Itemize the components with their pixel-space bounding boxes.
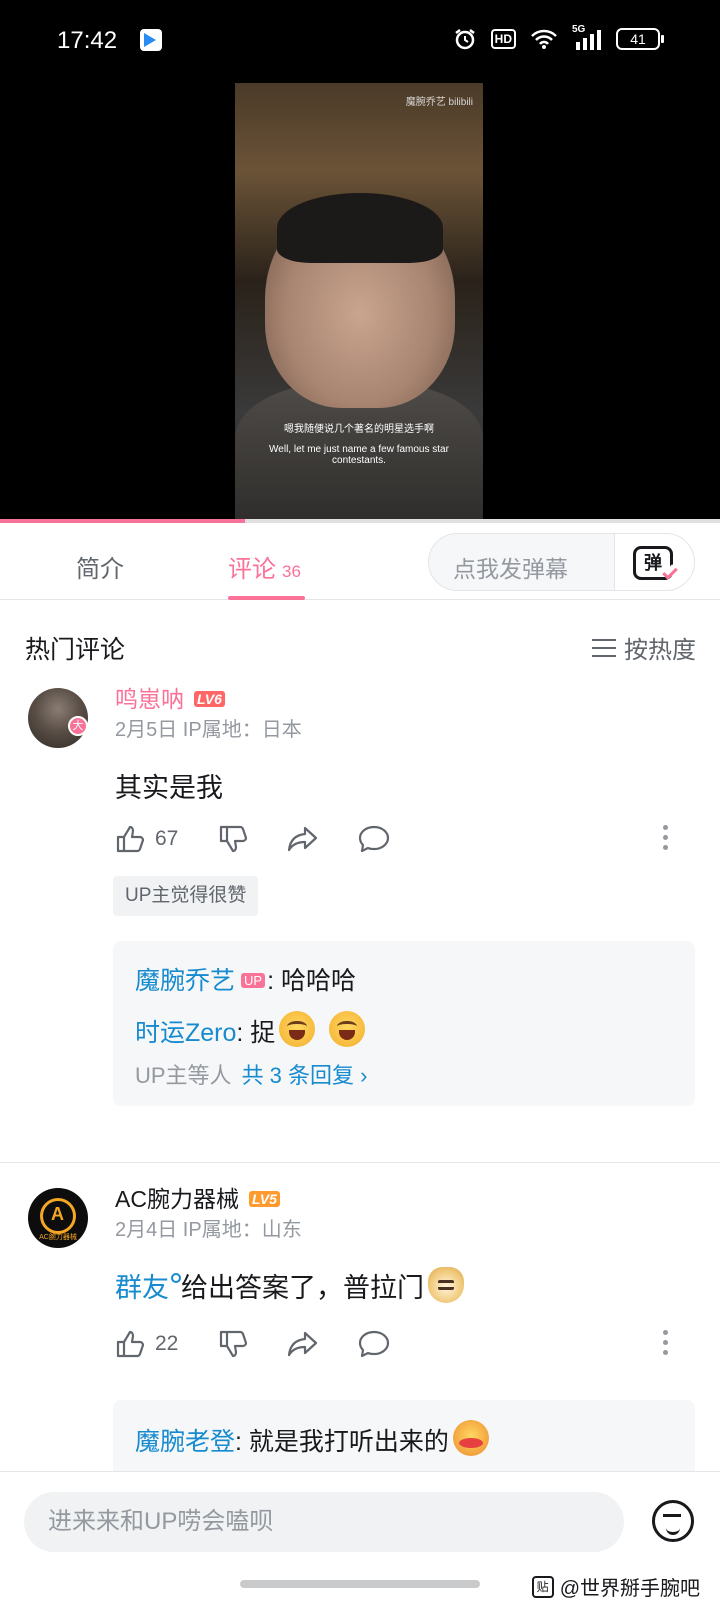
laugh-emoji-icon xyxy=(279,1011,316,1047)
comment-input-bar: 进来来和UP唠会嗑呗 xyxy=(0,1471,720,1571)
share-icon xyxy=(287,1331,318,1357)
comments-header: 热门评论 按热度 xyxy=(0,600,720,688)
hd-icon: HD xyxy=(490,29,516,49)
subtitle-chinese: 嗯我随便说几个著名的明星选手啊 xyxy=(284,424,434,435)
up-tag: UP xyxy=(241,973,266,988)
wifi-icon xyxy=(531,29,557,49)
comment-actions: 67 xyxy=(115,821,685,857)
comment-meta: 2月4日 IP属地：山东 xyxy=(115,1219,302,1241)
tab-comments[interactable]: 评论 36 xyxy=(228,549,301,584)
reply-preview-box[interactable]: 魔腕乔艺 UP: 哈哈哈 时运Zero: 捉 UP主等人共 3 条回复 › xyxy=(113,941,695,1106)
reply-username[interactable]: 魔腕老登 xyxy=(135,1428,235,1456)
avatar-badge: 大 xyxy=(68,716,88,736)
comment-item: AC腕力器械 AC腕力器械 LV5 2月4日 IP属地：山东 群友给出答案了，普拉… xyxy=(0,1186,720,1471)
comment-meta: 2月5日 IP属地：日本 xyxy=(115,719,302,741)
dislike-button[interactable] xyxy=(218,1326,248,1362)
up-liked-badge: UP主觉得很赞 xyxy=(113,876,259,916)
avatar-logo-text: AC腕力器械 xyxy=(39,1234,77,1241)
comment-username[interactable]: AC腕力器械 LV5 xyxy=(115,1180,280,1214)
doge-emoji-icon xyxy=(428,1267,464,1303)
reply-button[interactable] xyxy=(358,821,390,857)
battery-icon: 41 xyxy=(616,28,664,50)
emoji-picker-icon[interactable] xyxy=(652,1500,694,1542)
danmaku-placeholder: 点我发弹幕 xyxy=(453,556,568,582)
sort-button[interactable]: 按热度 xyxy=(592,630,696,665)
comment-text[interactable]: 其实是我 xyxy=(115,766,223,805)
like-count: 22 xyxy=(155,1332,179,1355)
video-watermark: 魔腕乔艺 bilibili xyxy=(405,97,473,108)
comment-item: 大 鸣崽呐 LV6 2月5日 IP属地：日本 其实是我 67 UP主觉得很赞 魔腕… xyxy=(0,686,720,1136)
comment-username[interactable]: 鸣崽呐 LV6 xyxy=(115,680,225,714)
reply-footer: UP主等人共 3 条回复 › xyxy=(135,1058,367,1090)
brand-logo-icon xyxy=(40,1198,76,1234)
status-time: 17:42 xyxy=(57,27,118,54)
subtitle-english: Well, let me just name a few famous star… xyxy=(269,444,449,466)
reply-preview-box[interactable]: 魔腕老登: 就是我打听出来的 xyxy=(113,1400,695,1471)
level-badge: LV6 xyxy=(194,691,225,707)
more-options-icon[interactable] xyxy=(663,1330,669,1358)
menu-icon xyxy=(592,638,616,657)
dislike-button[interactable] xyxy=(218,821,248,857)
network-type: 5G xyxy=(572,24,586,35)
shy-emoji-icon xyxy=(452,1420,489,1456)
comment-input[interactable]: 进来来和UP唠会嗑呗 xyxy=(24,1492,624,1552)
comment-text-body: 给出答案了，普拉门 xyxy=(181,1273,424,1303)
video-figure-hair xyxy=(277,193,443,263)
reply-footer-by: UP主等人 xyxy=(135,1063,232,1088)
home-indicator[interactable] xyxy=(240,1580,480,1588)
source-watermark: 贴 @世界掰手腕吧 xyxy=(531,1572,700,1601)
search-icon xyxy=(171,1273,181,1283)
tab-comments-label: 评论 xyxy=(228,556,276,583)
comment-bubble-icon xyxy=(358,825,390,853)
like-button[interactable]: 22 xyxy=(115,1326,178,1362)
avatar[interactable]: AC腕力器械 xyxy=(28,1188,88,1248)
share-icon xyxy=(287,826,318,852)
reply-item: 时运Zero: 捉 xyxy=(135,1011,366,1049)
watermark-text: @世界掰手腕吧 xyxy=(559,1578,700,1600)
divider xyxy=(0,1162,720,1163)
reply-text: : 哈哈哈 xyxy=(267,967,356,995)
status-bar: 17:42 HD 5G 41 xyxy=(0,0,720,83)
thumbs-up-icon xyxy=(116,825,145,853)
reply-text: : 就是我打听出来的 xyxy=(235,1428,449,1456)
like-count: 67 xyxy=(155,827,179,850)
username-text: 鸣崽呐 xyxy=(115,686,184,712)
comment-count: 36 xyxy=(282,562,301,581)
thumbs-up-icon xyxy=(116,1330,145,1358)
comment-actions: 22 xyxy=(115,1326,685,1362)
laugh-emoji-icon xyxy=(329,1011,366,1047)
level-badge: LV5 xyxy=(248,1191,280,1207)
reply-text: : 捉 xyxy=(236,1019,276,1047)
alarm-icon xyxy=(454,29,475,50)
reply-item: 魔腕老登: 就是我打听出来的 xyxy=(135,1420,489,1458)
tieba-logo-icon: 贴 xyxy=(531,1575,554,1598)
like-button[interactable]: 67 xyxy=(115,821,178,857)
status-icons: HD 5G 41 xyxy=(453,24,664,51)
video-player[interactable]: 魔腕乔艺 bilibili 嗯我随便说几个著名的明星选手啊 Well, let … xyxy=(0,83,720,523)
search-keyword-link[interactable]: 群友 xyxy=(115,1273,169,1303)
hot-comments-title: 热门评论 xyxy=(25,636,126,664)
video-frame[interactable]: 魔腕乔艺 bilibili 嗯我随便说几个著名的明星选手啊 Well, let … xyxy=(235,83,483,523)
username-text: AC腕力器械 xyxy=(115,1186,239,1212)
view-replies-link[interactable]: 共 3 条回复 › xyxy=(242,1063,368,1088)
more-options-icon[interactable] xyxy=(663,825,669,853)
reply-button[interactable] xyxy=(358,1326,390,1362)
reply-username[interactable]: 时运Zero xyxy=(135,1019,236,1047)
thumbs-down-icon xyxy=(219,825,248,853)
thumbs-down-icon xyxy=(219,1330,248,1358)
sort-label: 按热度 xyxy=(624,637,696,664)
share-button[interactable] xyxy=(287,1326,319,1362)
danmaku-toggle-button[interactable]: 弹 xyxy=(614,534,694,590)
tab-bar: 简介 评论 36 点我发弹幕 弹 xyxy=(0,523,720,600)
comment-bubble-icon xyxy=(358,1330,390,1358)
signal-icon: 5G xyxy=(572,24,602,50)
tab-intro[interactable]: 简介 xyxy=(76,549,124,584)
share-button[interactable] xyxy=(287,821,319,857)
comment-text[interactable]: 群友 给出答案了，普拉门 xyxy=(115,1266,464,1305)
reply-item: 魔腕乔艺 UP: 哈哈哈 xyxy=(135,961,356,997)
danmaku-input[interactable]: 点我发弹幕 弹 xyxy=(428,533,695,591)
reply-username[interactable]: 魔腕乔艺 xyxy=(135,967,235,995)
app-notification-icon xyxy=(140,29,162,51)
